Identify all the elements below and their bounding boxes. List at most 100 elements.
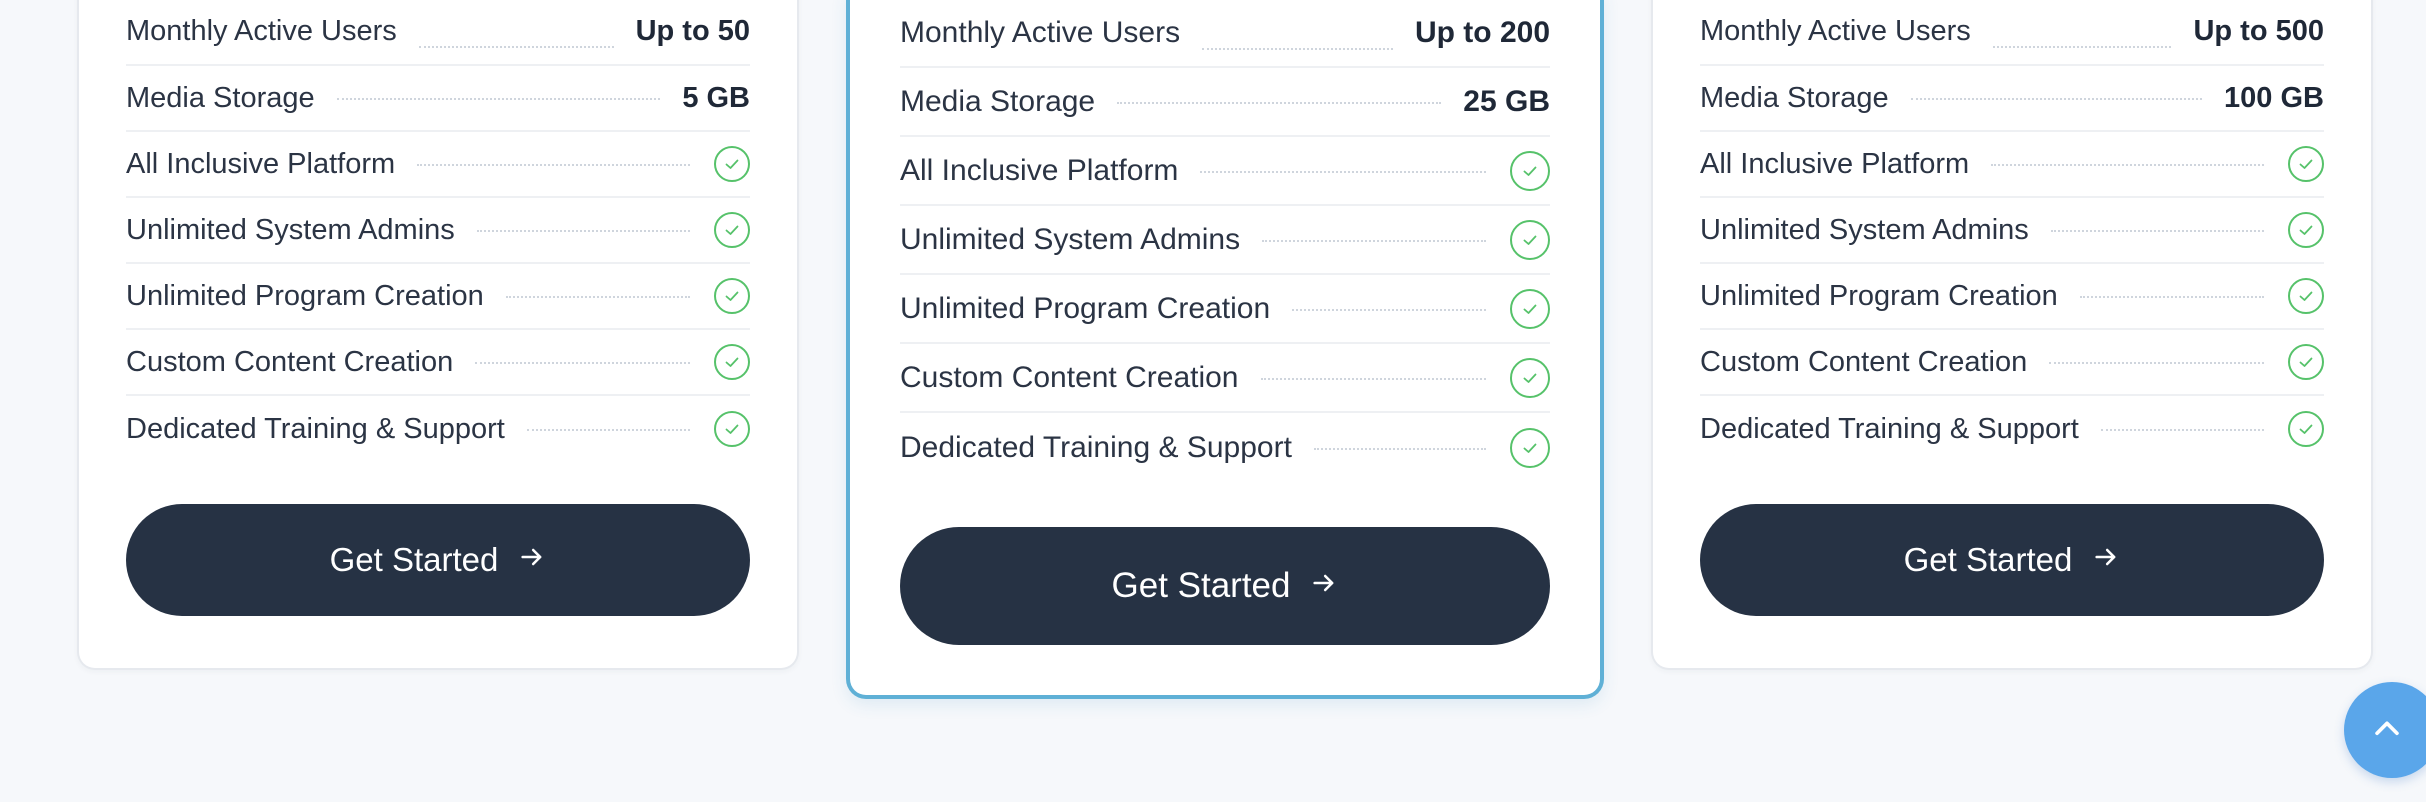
feature-row-monthly-active-users: Monthly Active Users Up to 500: [1700, 0, 2324, 66]
scroll-to-top-button[interactable]: [2344, 682, 2426, 778]
dotted-leader: [475, 362, 690, 364]
dotted-leader: [526, 429, 690, 431]
dotted-leader: [336, 98, 661, 100]
feature-label: Unlimited Program Creation: [1700, 279, 2058, 312]
dotted-leader: [505, 296, 690, 298]
feature-label: All Inclusive Platform: [1700, 147, 1970, 180]
dotted-leader: [1992, 46, 2172, 48]
pricing-card-basic: Monthly Active Users Up to 50 Media Stor…: [77, 0, 799, 670]
arrow-right-icon: [1310, 566, 1338, 606]
arrow-right-icon: [2092, 541, 2120, 579]
dotted-leader: [1260, 377, 1486, 380]
feature-label: Monthly Active Users: [1700, 15, 1971, 47]
feature-row-all-inclusive-platform: All Inclusive Platform: [126, 132, 750, 198]
check-circle-icon: [2288, 411, 2324, 447]
feature-label: Unlimited System Admins: [126, 213, 455, 246]
check-circle-icon: [2288, 212, 2324, 248]
feature-label: Dedicated Training & Support: [126, 412, 505, 445]
feature-label: Media Storage: [900, 84, 1096, 118]
check-circle-icon: [1510, 150, 1550, 191]
feature-label: Unlimited Program Creation: [126, 279, 484, 312]
get-started-label: Get Started: [1111, 566, 1291, 605]
dotted-leader: [476, 230, 690, 232]
feature-label: Custom Content Creation: [1700, 345, 2028, 378]
dotted-leader: [2079, 296, 2264, 298]
feature-row-unlimited-system-admins: Unlimited System Admins: [900, 206, 1550, 275]
feature-row-media-storage: Media Storage 25 GB: [900, 68, 1550, 137]
feature-label: Dedicated Training & Support: [900, 430, 1292, 464]
feature-value: 5 GB: [682, 81, 750, 114]
feature-label: Unlimited Program Creation: [900, 291, 1271, 325]
feature-row-media-storage: Media Storage 100 GB: [1700, 66, 2324, 132]
feature-value: Up to 50: [635, 15, 750, 47]
check-circle-icon: [714, 411, 750, 447]
check-circle-icon: [1510, 288, 1550, 329]
get-started-label: Get Started: [329, 541, 499, 578]
check-circle-icon: [2288, 146, 2324, 182]
feature-row-unlimited-system-admins: Unlimited System Admins: [1700, 198, 2324, 264]
dotted-leader: [1313, 447, 1486, 450]
dotted-leader: [418, 46, 614, 48]
pricing-card-premium: Monthly Active Users Up to 500 Media Sto…: [1651, 0, 2373, 670]
check-circle-icon: [1510, 427, 1550, 468]
feature-row-monthly-active-users: Monthly Active Users Up to 50: [126, 0, 750, 66]
feature-row-all-inclusive-platform: All Inclusive Platform: [1700, 132, 2324, 198]
feature-row-dedicated-training-support: Dedicated Training & Support: [900, 413, 1550, 482]
feature-row-unlimited-system-admins: Unlimited System Admins: [126, 198, 750, 264]
feature-label: Custom Content Creation: [126, 345, 454, 378]
pricing-section: Monthly Active Users Up to 50 Media Stor…: [0, 0, 2426, 802]
dotted-leader: [1292, 308, 1486, 311]
dotted-leader: [1262, 239, 1486, 242]
feature-label: Custom Content Creation: [900, 360, 1239, 394]
dotted-leader: [2050, 230, 2264, 232]
feature-row-all-inclusive-platform: All Inclusive Platform: [900, 137, 1550, 206]
feature-label: Unlimited System Admins: [1700, 213, 2029, 246]
feature-value: 25 GB: [1463, 84, 1550, 118]
check-circle-icon: [714, 344, 750, 380]
feature-label: All Inclusive Platform: [900, 153, 1179, 187]
feature-row-custom-content-creation: Custom Content Creation: [126, 330, 750, 396]
feature-row-dedicated-training-support: Dedicated Training & Support: [1700, 396, 2324, 462]
check-circle-icon: [2288, 278, 2324, 314]
dotted-leader: [2049, 362, 2264, 364]
dotted-leader: [417, 164, 690, 166]
get-started-label: Get Started: [1903, 541, 2073, 578]
check-circle-icon: [2288, 344, 2324, 380]
feature-row-dedicated-training-support: Dedicated Training & Support: [126, 396, 750, 462]
feature-row-custom-content-creation: Custom Content Creation: [900, 344, 1550, 413]
feature-list: Monthly Active Users Up to 50 Media Stor…: [126, 0, 750, 462]
feature-row-custom-content-creation: Custom Content Creation: [1700, 330, 2324, 396]
feature-row-monthly-active-users: Monthly Active Users Up to 200: [900, 0, 1550, 68]
feature-row-media-storage: Media Storage 5 GB: [126, 66, 750, 132]
feature-value: Up to 200: [1414, 16, 1550, 49]
check-circle-icon: [714, 278, 750, 314]
get-started-button[interactable]: Get Started: [126, 504, 750, 616]
feature-label: Monthly Active Users: [900, 16, 1181, 49]
chevron-up-icon: [2375, 712, 2404, 749]
feature-label: Media Storage: [126, 81, 315, 114]
check-circle-icon: [1510, 219, 1550, 260]
dotted-leader: [1117, 101, 1442, 104]
feature-row-unlimited-program-creation: Unlimited Program Creation: [1700, 264, 2324, 330]
pricing-card-featured: Monthly Active Users Up to 200 Media Sto…: [846, 0, 1604, 699]
feature-value: 100 GB: [2224, 81, 2324, 114]
get-started-button[interactable]: Get Started: [1700, 504, 2324, 616]
feature-label: All Inclusive Platform: [126, 147, 396, 180]
feature-label: Dedicated Training & Support: [1700, 412, 2079, 445]
feature-row-unlimited-program-creation: Unlimited Program Creation: [900, 275, 1550, 344]
feature-list: Monthly Active Users Up to 500 Media Sto…: [1700, 0, 2324, 462]
feature-label: Media Storage: [1700, 81, 1889, 114]
feature-label: Unlimited System Admins: [900, 222, 1241, 256]
feature-value: Up to 500: [2193, 15, 2324, 47]
check-circle-icon: [714, 212, 750, 248]
arrow-right-icon: [518, 541, 546, 579]
dotted-leader: [2100, 429, 2264, 431]
feature-label: Monthly Active Users: [126, 15, 397, 47]
get-started-button[interactable]: Get Started: [900, 527, 1550, 645]
dotted-leader: [1202, 48, 1393, 50]
dotted-leader: [1910, 98, 2203, 100]
check-circle-icon: [714, 146, 750, 182]
feature-row-unlimited-program-creation: Unlimited Program Creation: [126, 264, 750, 330]
check-circle-icon: [1510, 357, 1550, 398]
dotted-leader: [1991, 164, 2264, 166]
